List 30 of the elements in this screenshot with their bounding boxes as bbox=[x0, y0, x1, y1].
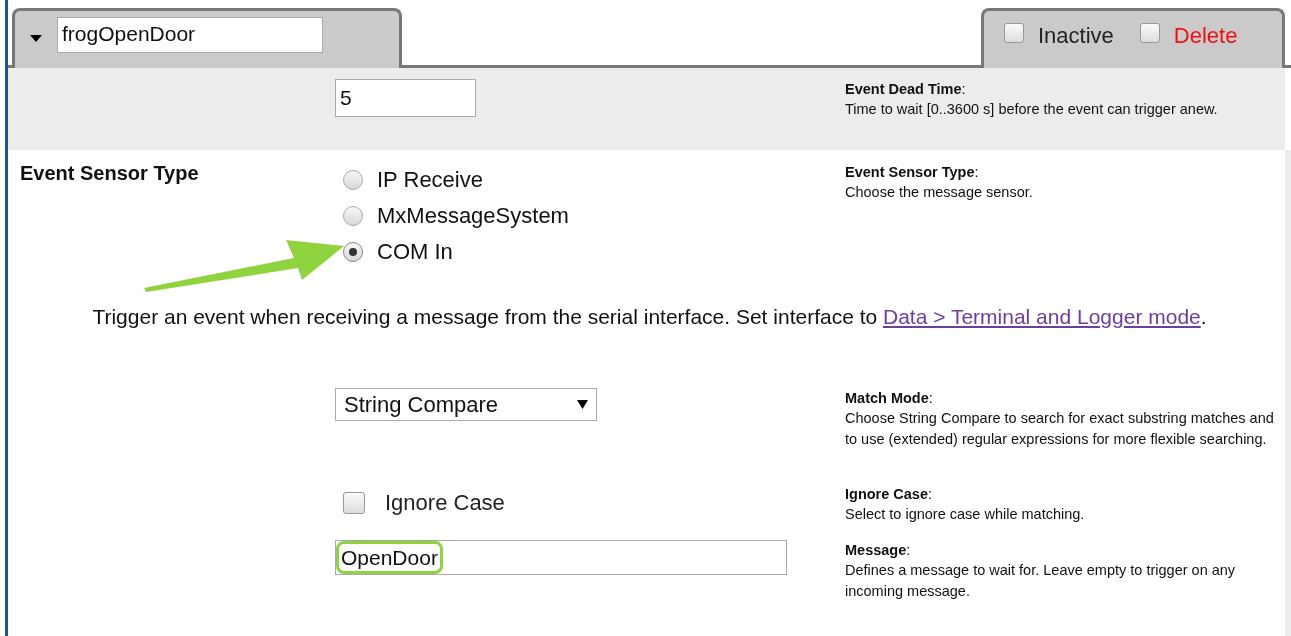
help-text: Time to wait [0..3600 s] before the event can trigger anew. bbox=[845, 100, 1219, 120]
help-text: Choose String Compare to search for exact substring matches and to use (extended) regular expressions for more flexible searching. bbox=[845, 409, 1275, 449]
help-title: Event Dead Time: bbox=[845, 80, 967, 99]
radio-button[interactable] bbox=[343, 242, 363, 262]
checkbox[interactable] bbox=[1139, 22, 1160, 43]
help-text: Defines a message to wait for. Leave empty to trigger on any incoming message. bbox=[845, 561, 1237, 601]
row-label: Event Sensor Type bbox=[20, 162, 199, 184]
checkbox-label[interactable]: Ignore Case bbox=[385, 490, 505, 516]
checkbox[interactable] bbox=[1004, 22, 1024, 43]
message-field[interactable]: OpenDoor bbox=[335, 540, 787, 576]
checkbox-label[interactable]: Inactive bbox=[1038, 22, 1114, 49]
caret-icon[interactable] bbox=[577, 399, 588, 410]
radio-label[interactable]: COM In bbox=[377, 239, 453, 265]
help-text: Choose the message sensor. bbox=[845, 183, 1034, 203]
dead-time-field[interactable]: 5 bbox=[335, 79, 476, 117]
checkbox[interactable] bbox=[343, 492, 365, 514]
radio-label[interactable]: IP Receive bbox=[377, 167, 483, 193]
help-title: Event Sensor Type: bbox=[845, 163, 980, 182]
help-title: Message: bbox=[845, 541, 912, 560]
help-text: Select to ignore case while matching. bbox=[845, 505, 1086, 525]
name-field[interactable]: frogOpenDoor bbox=[57, 16, 323, 53]
match-mode-dropdown[interactable]: String Compare bbox=[335, 388, 597, 421]
radio-button[interactable] bbox=[343, 206, 363, 226]
help-title: Match Mode: bbox=[845, 389, 934, 408]
radio-label[interactable]: MxMessageSystem bbox=[377, 203, 569, 229]
radio-button[interactable] bbox=[343, 170, 363, 190]
info-text: Trigger an event when receiving a message from the serial interface. Set interface to Data > Terminal and Logger mode. bbox=[91, 304, 1208, 330]
settings-link[interactable]: Data > Terminal and Logger mode bbox=[883, 305, 1201, 328]
help-title: Ignore Case: bbox=[845, 485, 934, 504]
event-tab[interactable]: frogOpenDoor bbox=[12, 8, 402, 68]
